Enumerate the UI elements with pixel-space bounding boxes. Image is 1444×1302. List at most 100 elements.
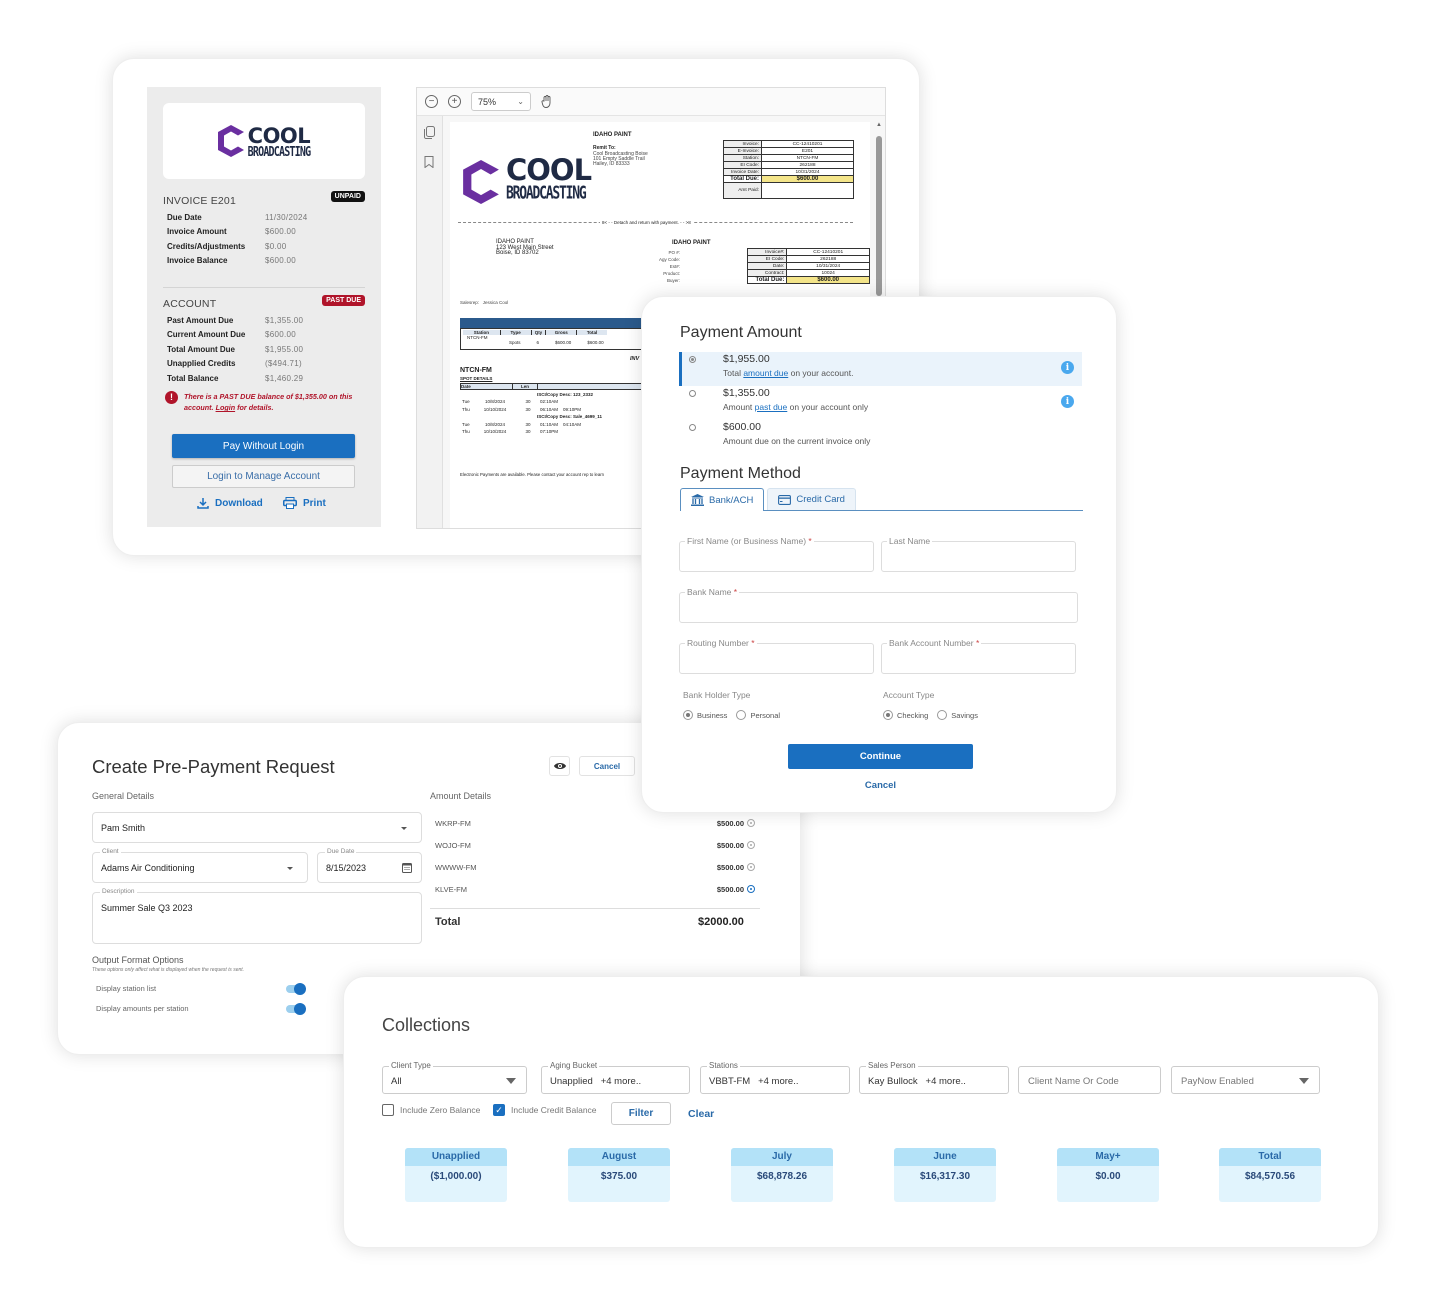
pay-without-login-button[interactable]: Pay Without Login — [172, 434, 355, 458]
cancel-button[interactable]: Cancel — [579, 756, 635, 776]
bucket-card[interactable]: July $68,878.26 — [731, 1148, 833, 1202]
client-search-input[interactable]: Client Name Or Code — [1018, 1066, 1161, 1094]
station-amount-row: WWWW-FM $500.00 — [435, 856, 755, 878]
radio-button[interactable] — [689, 424, 696, 431]
radio-savings[interactable] — [937, 710, 948, 720]
first-name-field[interactable]: First Name (or Business Name) * — [679, 536, 874, 572]
cancel-link[interactable]: Cancel — [788, 780, 973, 791]
payment-option-total[interactable]: $1,955.00 Total amount due on your accoun… — [679, 352, 1082, 386]
invoice-row: Invoice Amount $600.00 — [167, 227, 297, 237]
bank-name-field[interactable]: Bank Name * — [679, 587, 1078, 623]
include-zero-balance-checkbox[interactable]: Include Zero Balance — [382, 1104, 480, 1116]
bucket-card[interactable]: June $16,317.30 — [894, 1148, 996, 1202]
last-name-field[interactable]: Last Name — [881, 536, 1076, 572]
divider — [163, 287, 365, 288]
payment-form-card: Payment Amount $1,955.00 Total amount due… — [641, 296, 1117, 813]
checkbox-checked-icon[interactable]: ✓ — [493, 1104, 505, 1116]
bucket-card[interactable]: August $375.00 — [568, 1148, 670, 1202]
stub-table: Invoice#: CC-12410201 EI Code: 262188 Date… — [746, 248, 870, 284]
scroll-thumb[interactable] — [876, 136, 882, 296]
bucket-card[interactable]: Total $84,570.56 — [1219, 1148, 1321, 1202]
calendar-icon[interactable] — [402, 862, 412, 873]
caret-down-icon — [1299, 1078, 1309, 1084]
salesperson-select[interactable]: Pam Smith — [92, 812, 422, 843]
info-icon[interactable]: i — [1061, 361, 1074, 374]
info-icon[interactable]: i — [1061, 395, 1074, 408]
radio-business[interactable] — [683, 710, 693, 720]
bill-to-address: IDAHO PAINT 123 West Main Street Boise, … — [496, 239, 554, 256]
radio-button[interactable] — [689, 390, 696, 397]
bucket-card[interactable]: May+ $0.00 — [1057, 1148, 1159, 1202]
radio-target-icon[interactable] — [747, 841, 755, 849]
bookmark-icon[interactable] — [424, 156, 434, 168]
description-field[interactable]: Description Summer Sale Q3 2023 — [92, 888, 422, 944]
invoice-banner: INVO — [460, 318, 660, 328]
stations-select[interactable]: Stations VBBT-FM +4 more.. — [700, 1061, 850, 1094]
logo-line1: COOL — [247, 123, 311, 148]
holder-type-radios: Business Personal — [683, 710, 780, 720]
logo-mark-icon — [217, 125, 244, 157]
payment-option-invoice[interactable]: $600.00 Amount due on the current invoice… — [679, 420, 1082, 454]
payment-method-tabs: Bank/ACH Credit Card — [680, 488, 1083, 511]
past-due-link[interactable]: past due — [755, 402, 788, 412]
collections-title: Collections — [382, 1015, 471, 1035]
pages-icon[interactable] — [424, 126, 435, 139]
radio-button[interactable] — [689, 356, 696, 363]
due-date-field[interactable]: Due Date 8/15/2023 — [317, 848, 422, 883]
checkbox-icon[interactable] — [382, 1104, 394, 1116]
sales-person-select[interactable]: Sales Person Kay Bullock +4 more.. — [859, 1061, 1009, 1094]
invoice-row: Due Date 11/30/2024 — [167, 212, 308, 222]
payment-option-past-due[interactable]: $1,355.00 Amount past due on your account… — [679, 386, 1082, 420]
zoom-in-icon[interactable]: + — [448, 95, 461, 108]
continue-button[interactable]: Continue — [788, 744, 973, 769]
general-details-label: General Details — [92, 791, 155, 801]
station-amount-row: KLVE-FM $500.00 — [435, 878, 755, 900]
radio-target-icon[interactable] — [747, 863, 755, 871]
aging-bucket-select[interactable]: Aging Bucket Unapplied +4 more.. — [541, 1061, 690, 1094]
radio-target-icon[interactable] — [747, 819, 755, 827]
salesrep: Salesrep: Jessica Cool — [460, 300, 509, 305]
account-details: Past Amount Due $1,355.00 Current Amount … — [167, 313, 367, 386]
hand-tool-icon[interactable] — [541, 95, 553, 108]
output-options-note: These options only affect what is displa… — [92, 967, 245, 973]
include-credit-balance-checkbox[interactable]: ✓ Include Credit Balance — [493, 1104, 597, 1116]
account-row: Past Amount Due $1,355.00 — [167, 315, 304, 325]
print-icon — [283, 497, 297, 509]
scroll-up-icon[interactable]: ▲ — [875, 122, 883, 128]
display-station-list-toggle[interactable] — [286, 983, 306, 995]
account-type-label: Account Type — [883, 690, 935, 700]
amount-due-link[interactable]: amount due — [743, 368, 788, 378]
invoice-title: INVOICE E201 — [163, 195, 237, 207]
company-logo: COOL BROADCASTING — [163, 103, 365, 179]
output-options-title: Output Format Options — [92, 955, 184, 965]
chevron-down-icon: ⌄ — [517, 97, 524, 106]
radio-checking[interactable] — [883, 710, 893, 720]
account-row: Total Amount Due $1,955.00 — [167, 344, 304, 354]
tab-credit-card[interactable]: Credit Card — [767, 488, 856, 510]
bank-account-number-field[interactable]: Bank Account Number * — [881, 638, 1076, 674]
tab-bank-ach[interactable]: Bank/ACH — [680, 488, 765, 511]
zoom-out-icon[interactable]: − — [425, 95, 438, 108]
login-link[interactable]: Login — [216, 403, 236, 412]
download-button[interactable]: Download — [197, 497, 263, 509]
payment-amount-title: Payment Amount — [680, 324, 802, 341]
unpaid-badge: UNPAID — [330, 191, 365, 202]
eye-icon — [553, 763, 566, 769]
radio-personal[interactable] — [736, 710, 747, 720]
login-manage-account-button[interactable]: Login to Manage Account — [172, 465, 355, 488]
account-title: ACCOUNT — [163, 298, 217, 310]
client-type-select[interactable]: Client Type All — [382, 1061, 527, 1094]
collections-card: Collections Client Type All Aging Bucket… — [343, 976, 1379, 1248]
client-select[interactable]: Client Adams Air Conditioning — [92, 848, 308, 883]
filter-button[interactable]: Filter — [611, 1102, 671, 1125]
radio-target-icon[interactable] — [747, 885, 755, 893]
paynow-select[interactable]: PayNow Enabled — [1171, 1066, 1320, 1094]
preview-button[interactable] — [549, 756, 570, 776]
zoom-level-select[interactable]: 75% ⌄ — [471, 92, 531, 111]
routing-number-field[interactable]: Routing Number * — [679, 638, 874, 674]
display-amounts-toggle[interactable] — [286, 1003, 306, 1015]
amount-details-label: Amount Details — [430, 791, 492, 801]
clear-link[interactable]: Clear — [688, 1108, 714, 1120]
bucket-card[interactable]: Unapplied ($1,000.00) — [405, 1148, 507, 1202]
print-button[interactable]: Print — [283, 497, 326, 509]
